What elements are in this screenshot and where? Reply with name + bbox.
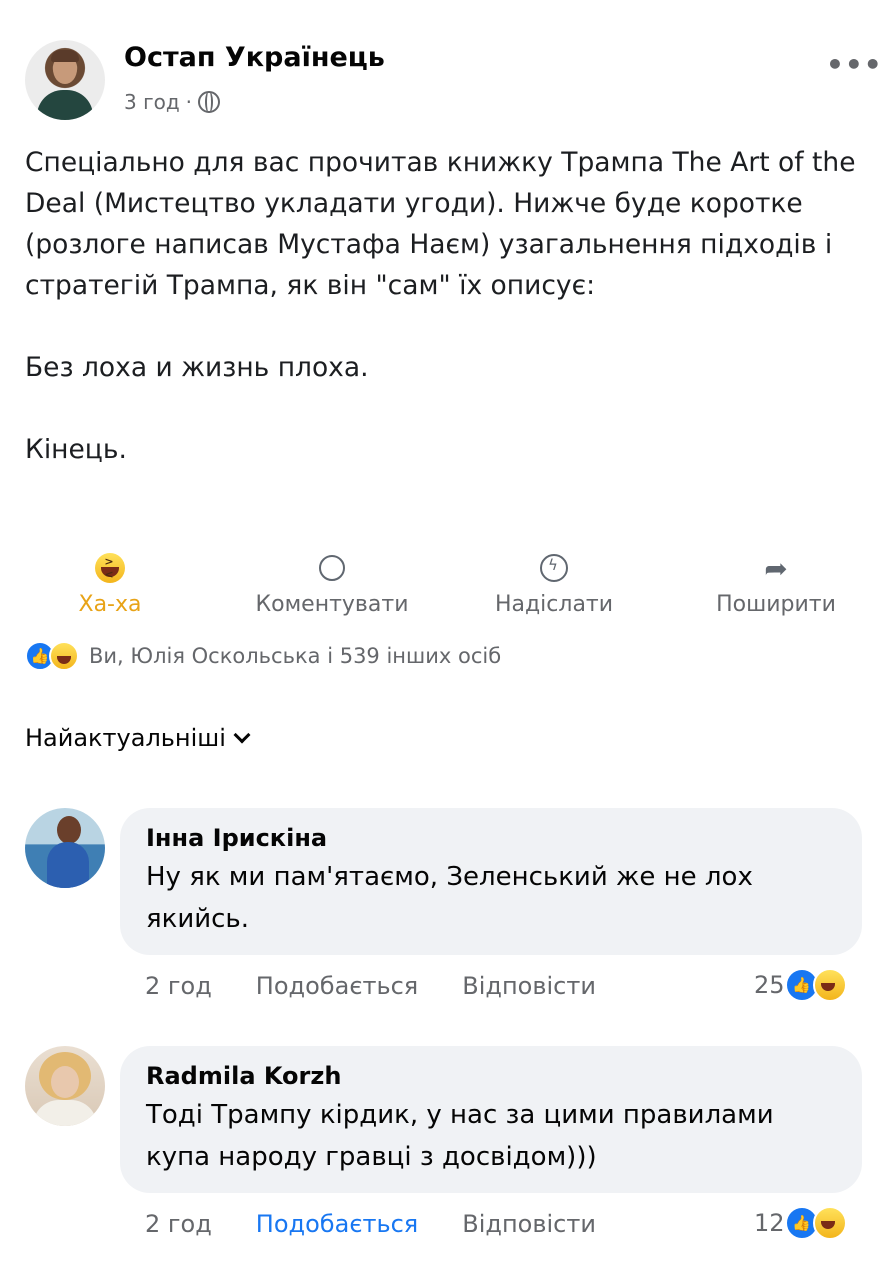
post-time[interactable]: 3 год [124,90,180,114]
send-button[interactable]: Надіслати [454,548,654,617]
comment-time: 2 год [145,1210,212,1238]
share-button[interactable]: ➦ Поширити [676,548,876,618]
comment-reactions[interactable]: 25 👍 [754,968,847,1002]
avatar-hair [51,50,79,62]
meta-separator: · [185,90,193,114]
chevron-down-icon [233,726,251,744]
commenter-name[interactable]: Інна Ірискіна [146,824,838,852]
comment-icon [319,555,345,581]
commenter-avatar[interactable] [25,1046,105,1126]
reactions-text: Ви, Юлія Оскольська і 539 інших осіб [89,644,502,668]
comment-text: Тоді Трампу кірдик, у нас за цими правил… [146,1100,774,1172]
comment-actions: 2 год Подобається Відповісти [145,1210,596,1238]
author-avatar[interactable] [25,40,105,120]
comment-bubble: Radmila Korzh Тоді Трампу кірдик, у нас … [120,1046,862,1193]
comment-text: Ну як ми пам'ятаємо, Зеленський же не ло… [146,862,753,934]
comment-sort-dropdown[interactable]: Найактуальніші [25,724,251,752]
commenter-name[interactable]: Radmila Korzh [146,1062,838,1090]
more-options-icon[interactable]: ••• [826,48,883,81]
post-author-name[interactable]: Остап Українець [124,42,385,73]
haha-reaction-icon [812,968,847,1002]
comment-bubble: Інна Ірискіна Ну як ми пам'ятаємо, Зелен… [120,808,862,955]
comment-like-button[interactable]: Подобається [256,972,418,1000]
post-paragraph-3: Кінець. [25,434,127,465]
haha-reaction-icon [49,641,79,671]
avatar-body [33,1100,97,1126]
sort-label: Найактуальніші [25,724,226,752]
comment-reply-button[interactable]: Відповісти [462,1210,596,1238]
comment-reaction-count: 12 [754,1209,785,1237]
globe-icon [198,91,221,113]
avatar-head [57,816,81,844]
haha-icon [95,553,125,583]
avatar-face [51,1066,79,1098]
comment-reactions[interactable]: 12 👍 [754,1206,847,1240]
reactions-summary[interactable]: 👍 Ви, Юлія Оскольська і 539 інших осіб [25,641,501,671]
comment-label: Коментувати [255,592,409,617]
share-icon: ➦ [764,551,788,585]
avatar-shirt [37,90,93,120]
messenger-icon [540,554,568,582]
haha-button[interactable]: Ха-ха [10,548,210,617]
comment-actions: 2 год Подобається Відповісти [145,972,596,1000]
post-body: Спеціально для вас прочитав книжку Трамп… [25,142,870,470]
post-paragraph-1: Спеціально для вас прочитав книжку Трамп… [25,147,856,301]
comment-time: 2 год [145,972,212,1000]
comment-button[interactable]: Коментувати [232,548,432,617]
share-label: Поширити [716,592,836,617]
avatar-body [47,842,89,888]
haha-label: Ха-ха [78,592,142,617]
haha-reaction-icon [812,1206,847,1240]
comment-like-button[interactable]: Подобається [256,1210,418,1238]
commenter-avatar[interactable] [25,808,105,888]
comment-reaction-count: 25 [754,971,785,999]
comment-reply-button[interactable]: Відповісти [462,972,596,1000]
post-meta: 3 год · [124,90,221,114]
post-paragraph-2: Без лоха и жизнь плоха. [25,352,369,383]
send-label: Надіслати [494,592,614,617]
